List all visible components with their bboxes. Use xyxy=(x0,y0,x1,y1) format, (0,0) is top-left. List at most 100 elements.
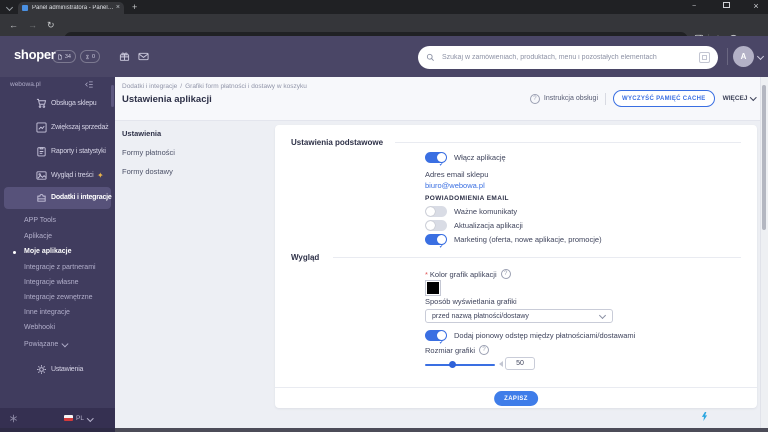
size-label-row: Rozmiar grafiki xyxy=(425,345,490,355)
sidebar-subitem-integracje-wlasne[interactable]: Integracje własne xyxy=(24,279,78,286)
tasks-count: 0 xyxy=(91,53,95,60)
image-icon xyxy=(36,170,47,181)
sidebar-subitem-webhooki[interactable]: Webhooki xyxy=(24,324,55,331)
search-input[interactable] xyxy=(440,53,699,62)
avatar[interactable]: A xyxy=(733,46,754,67)
shop-email-label: Adres email sklepu xyxy=(425,170,489,179)
trend-icon xyxy=(36,122,47,133)
color-swatch[interactable] xyxy=(425,280,441,296)
sidebar-item-obsluga-sklepu[interactable]: Obsługa sklepu xyxy=(0,93,115,115)
help-circle-icon[interactable] xyxy=(529,93,540,104)
page-header: Dodatki i integracje / Grafiki form płatno… xyxy=(115,77,761,121)
forward-icon[interactable]: → xyxy=(28,14,37,36)
window-minimize-button[interactable] xyxy=(684,0,704,14)
bottom-edge-left xyxy=(0,428,115,432)
favicon xyxy=(22,5,28,11)
sidebar-item-zwiekszaj-sprzedaz[interactable]: Zwiększaj sprzedaż xyxy=(0,117,115,139)
gift-icon[interactable] xyxy=(119,51,130,62)
gear-icon xyxy=(36,364,47,375)
documents-badge[interactable]: 34 xyxy=(52,50,76,63)
section-divider xyxy=(333,257,741,258)
help-circle-icon[interactable] xyxy=(500,269,511,279)
breadcrumb-item[interactable]: Dodatki i integracje xyxy=(122,83,177,90)
chat-widget-icon[interactable] xyxy=(700,411,709,422)
more-button[interactable]: WIĘCEJ xyxy=(723,94,756,102)
help-circle-icon[interactable] xyxy=(479,345,490,355)
poland-flag-icon xyxy=(64,415,73,421)
save-divider xyxy=(275,387,757,388)
size-input-arrow-icon xyxy=(499,361,503,367)
enable-app-toggle[interactable] xyxy=(425,152,447,163)
spacing-toggle[interactable] xyxy=(425,330,447,341)
sidebar-subitem-powiazane[interactable]: Powiązane xyxy=(24,339,69,348)
sidebar-collapse-icon[interactable] xyxy=(84,80,94,89)
chevron-down-icon xyxy=(62,339,69,347)
sidebar-item-dodatki-i-integracje[interactable]: Dodatki i integracje xyxy=(4,187,112,209)
sidebar-subitem-app-tools[interactable]: APP Tools xyxy=(24,217,56,224)
shop-name[interactable]: webowa.pl xyxy=(10,81,41,88)
tasks-badge[interactable]: 0 xyxy=(80,50,100,63)
section-appearance-title: Wygląd xyxy=(291,253,320,262)
document-icon xyxy=(58,54,62,59)
display-mode-label: Sposób wyświetlania grafiki xyxy=(425,297,517,306)
language-label[interactable]: PL xyxy=(76,415,84,422)
sidebar-item-ustawienia[interactable]: Ustawienia xyxy=(0,359,115,381)
sidebar-subitem-inne-integracje[interactable]: Inne integracje xyxy=(24,309,70,316)
tab-formy-dostawy[interactable]: Formy dostawy xyxy=(122,167,173,176)
breadcrumb: Dodatki i integracje / Grafiki form płatno… xyxy=(122,83,307,90)
section-basic-title: Ustawienia podstawowe xyxy=(291,138,384,147)
color-label-row: * Kolor grafik aplikacji xyxy=(425,269,511,279)
tab-search-caret-icon[interactable] xyxy=(5,3,14,12)
enable-app-row: Włącz aplikację xyxy=(425,152,506,163)
spacing-row: Dodaj pionowy odstęp między płatnościami… xyxy=(425,330,635,341)
save-button[interactable]: ZAPISZ xyxy=(494,391,538,406)
browser-tab[interactable]: Panel administratora - Panel Ad xyxy=(18,2,124,14)
shoper-mark-icon[interactable] xyxy=(9,414,18,423)
notif-updates-toggle[interactable] xyxy=(425,220,447,231)
shop-email-value[interactable]: biuro@webowa.pl xyxy=(425,181,485,190)
new-tab-button[interactable] xyxy=(132,0,137,14)
window-close-button[interactable] xyxy=(746,0,766,14)
size-slider-handle[interactable] xyxy=(449,361,456,368)
active-bullet-icon xyxy=(13,251,16,254)
sparkle-icon xyxy=(97,171,104,180)
help-link[interactable]: Instrukcja obsługi xyxy=(544,95,598,102)
settings-card: Ustawienia podstawowe Włącz aplikację Ad… xyxy=(275,125,757,408)
hourglass-icon xyxy=(86,54,89,59)
sidebar-subitem-integracje-z-partnerami[interactable]: Integracje z partnerami xyxy=(24,264,96,271)
mail-icon[interactable] xyxy=(138,51,149,62)
notif-marketing-row: Marketing (oferta, nowe aplikacje, promo… xyxy=(425,234,602,245)
sidebar-subitem-aplikacje[interactable]: Aplikacje xyxy=(24,233,52,240)
reload-icon[interactable]: ↻ xyxy=(47,14,55,36)
page-header-actions: Instrukcja obsługi WYCZYŚĆ PAMIĘĆ CACHE … xyxy=(529,90,756,107)
chevron-down-icon xyxy=(749,94,756,101)
shoper-logo[interactable]: shoper xyxy=(14,47,56,62)
global-search xyxy=(418,46,718,69)
browser-tab-strip: Panel administratora - Panel Ad xyxy=(0,0,768,14)
window-maximize-button[interactable] xyxy=(716,0,736,14)
bottom-edge-right xyxy=(115,428,768,432)
back-icon[interactable]: ← xyxy=(9,14,18,36)
notif-marketing-toggle[interactable] xyxy=(425,234,447,245)
sidebar-item-raporty-i-statystyki[interactable]: Raporty i statystyki xyxy=(0,141,115,163)
sidebar-subitem-integracje-zewnetrzne[interactable]: Integracje zewnętrzne xyxy=(24,294,92,301)
size-slider-track[interactable] xyxy=(425,364,495,366)
tab-close-icon[interactable] xyxy=(116,2,120,14)
clear-cache-button[interactable]: WYCZYŚĆ PAMIĘĆ CACHE xyxy=(613,90,715,107)
sidebar-subitem-moje-aplikacje[interactable]: Moje aplikacje xyxy=(24,248,71,255)
notif-important-toggle[interactable] xyxy=(425,206,447,217)
tab-formy-platnosci[interactable]: Formy płatności xyxy=(122,148,175,157)
size-input[interactable] xyxy=(505,357,535,370)
sidebar-item-wyglad-i-tresci[interactable]: Wygląd i treści xyxy=(0,165,115,187)
notifications-heading: POWIADOMIENIA EMAIL xyxy=(425,195,509,202)
page-scrollbar-thumb[interactable] xyxy=(762,85,766,230)
browser-toolbar: ← → ↻ https://webowa.shoparena.pl/admin/… xyxy=(0,14,768,47)
display-mode-select[interactable]: przed nazwą płatności/dostawy xyxy=(425,309,613,323)
documents-count: 34 xyxy=(64,53,71,60)
language-chevron-down-icon[interactable] xyxy=(87,414,94,422)
report-icon xyxy=(36,146,47,157)
tab-ustawienia[interactable]: Ustawienia xyxy=(122,129,161,138)
puzzle-icon xyxy=(36,192,47,203)
page-title: Ustawienia aplikacji xyxy=(122,94,212,105)
header-divider xyxy=(727,48,728,65)
